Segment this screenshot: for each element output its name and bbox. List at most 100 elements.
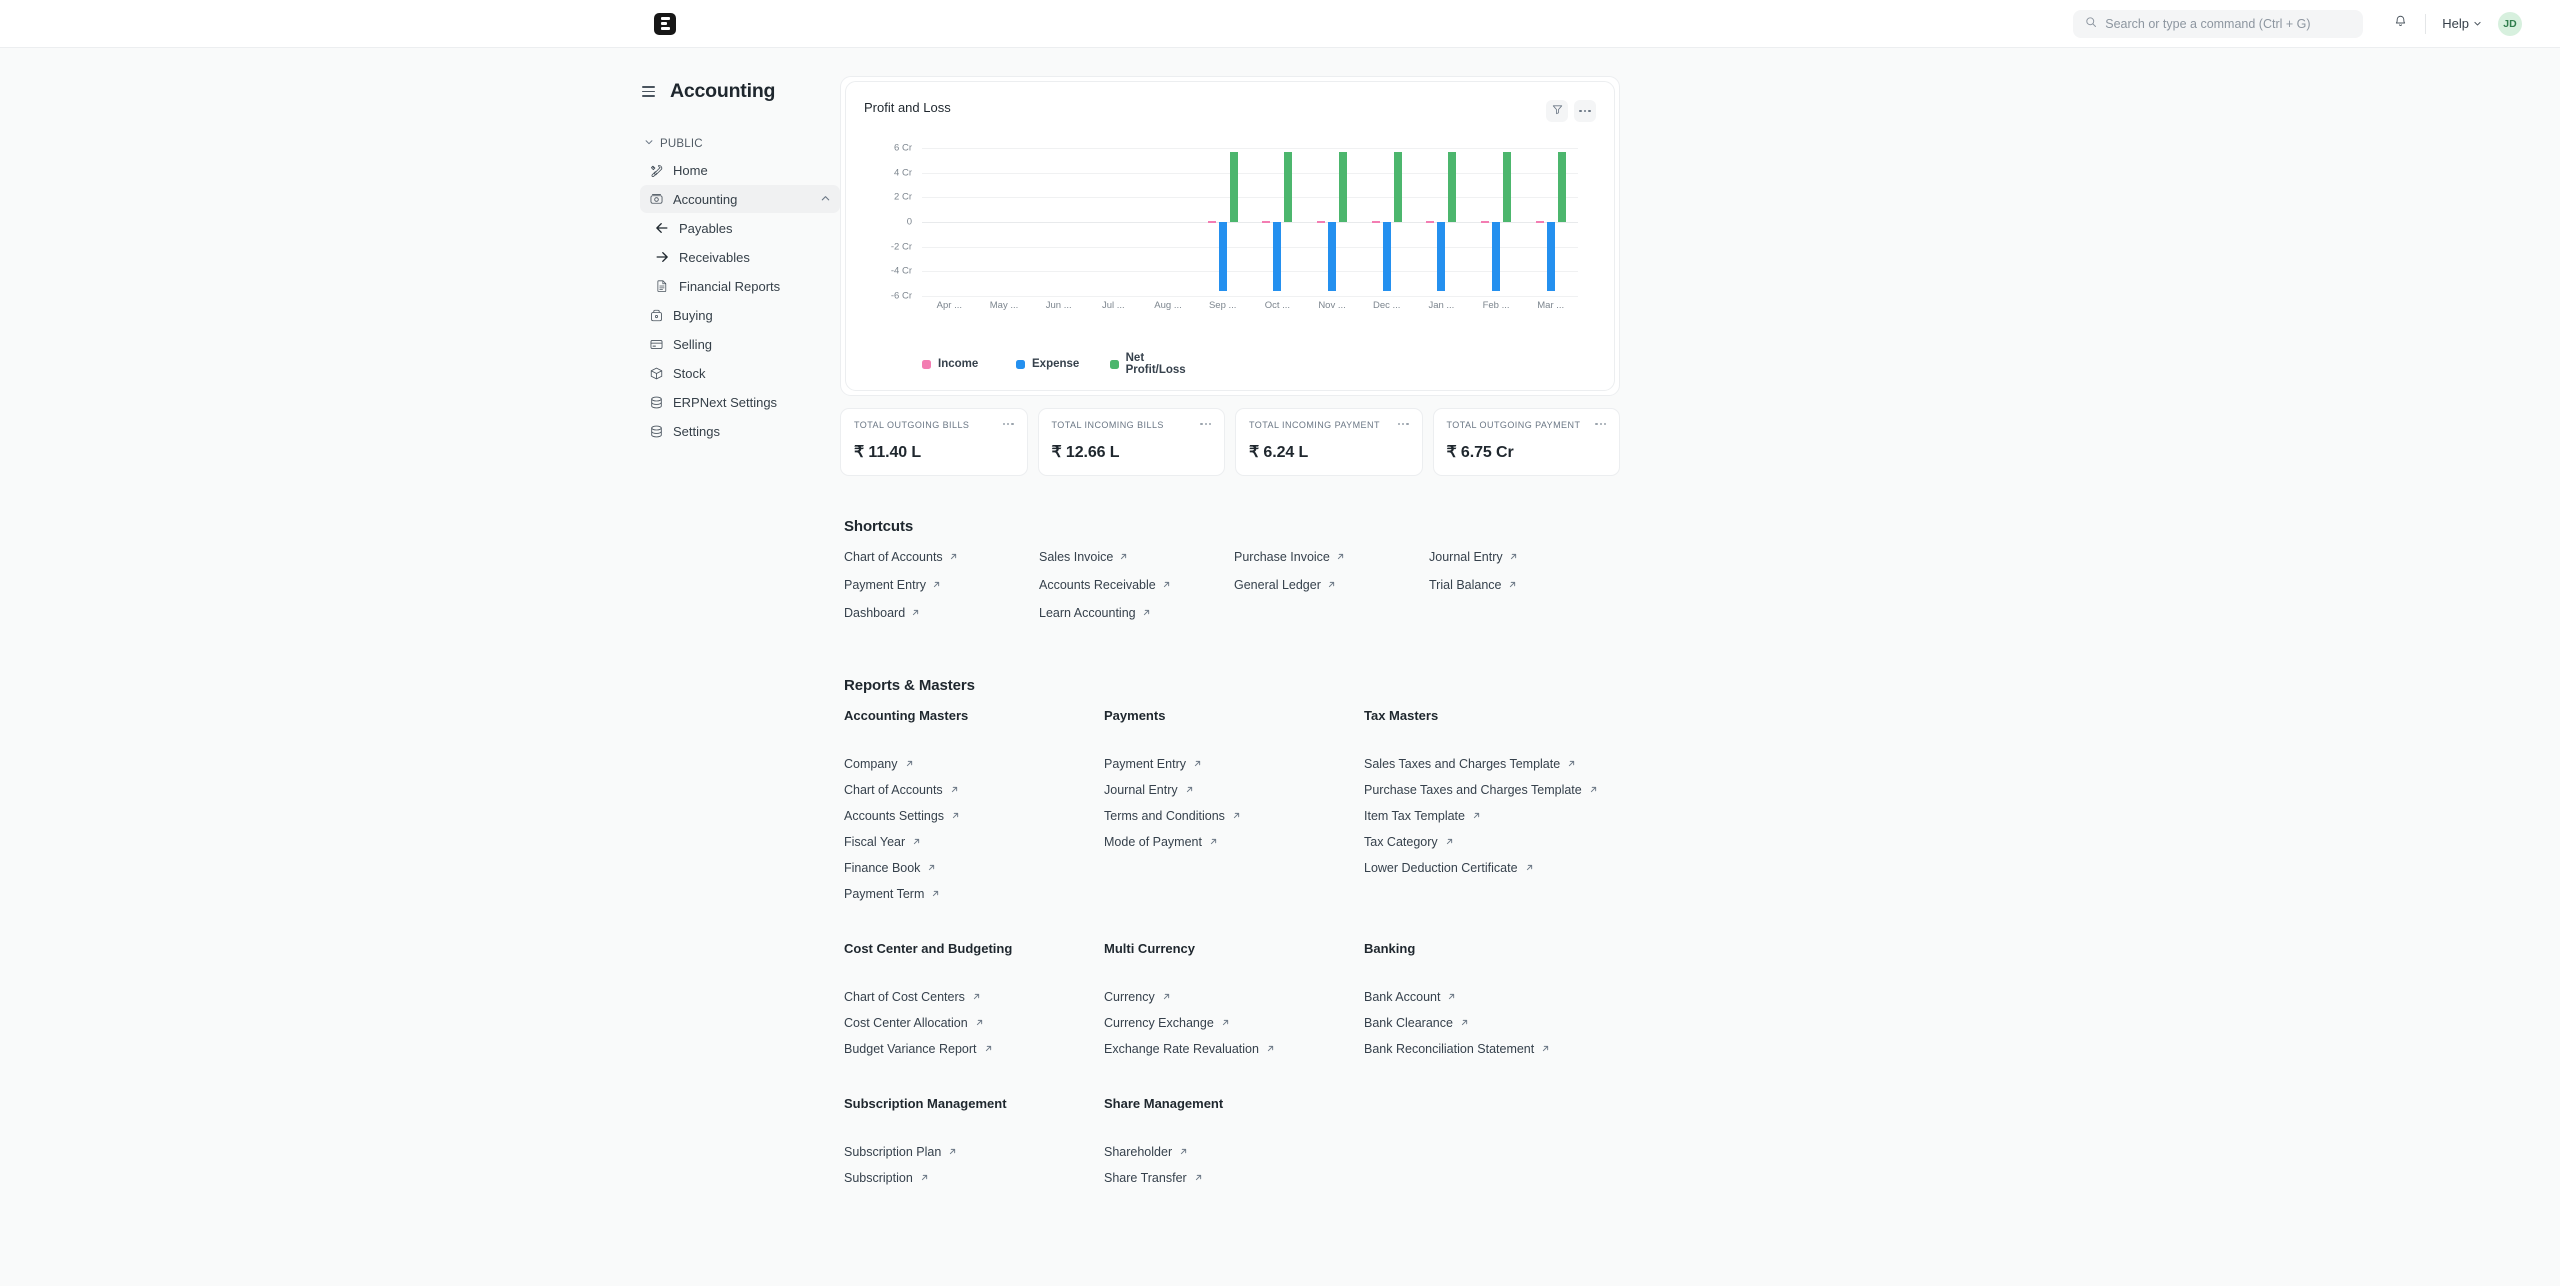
bar-group[interactable]: [1250, 148, 1305, 296]
bar-group[interactable]: [1086, 148, 1141, 296]
shortcut-general-ledger[interactable]: General Ledger: [1230, 571, 1344, 599]
bar-expense[interactable]: [1437, 222, 1445, 291]
report-link-cost-center-allocation[interactable]: Cost Center Allocation: [840, 1010, 992, 1036]
report-link-accounts-settings[interactable]: Accounts Settings: [840, 803, 968, 829]
bar-group[interactable]: [1195, 148, 1250, 296]
notifications-button[interactable]: [2385, 9, 2415, 39]
sidebar-toggle-icon[interactable]: [640, 84, 657, 99]
report-link-chart-of-cost-centers[interactable]: Chart of Cost Centers: [840, 984, 989, 1010]
bar-net-profit-loss[interactable]: [1394, 152, 1402, 222]
report-link-fiscal-year[interactable]: Fiscal Year: [840, 829, 929, 855]
report-link-sales-taxes-and-charges-template[interactable]: Sales Taxes and Charges Template: [1360, 751, 1584, 777]
bar-group[interactable]: [1031, 148, 1086, 296]
legend-item[interactable]: Income: [922, 352, 1016, 376]
number-card[interactable]: TOTAL OUTGOING BILLS₹ 11.40 L: [840, 408, 1028, 476]
bar-net-profit-loss[interactable]: [1284, 152, 1292, 222]
bar-group[interactable]: [977, 148, 1032, 296]
bar-income[interactable]: [1372, 221, 1380, 223]
shortcut-learn-accounting[interactable]: Learn Accounting: [1035, 599, 1159, 627]
shortcut-payment-entry[interactable]: Payment Entry: [840, 571, 949, 599]
report-link-mode-of-payment[interactable]: Mode of Payment: [1100, 829, 1226, 855]
bar-net-profit-loss[interactable]: [1339, 152, 1347, 222]
report-link-budget-variance-report[interactable]: Budget Variance Report: [840, 1036, 1001, 1062]
report-link-subscription[interactable]: Subscription: [840, 1165, 937, 1191]
search-input[interactable]: [2105, 17, 2351, 31]
shortcut-journal-entry[interactable]: Journal Entry: [1425, 543, 1526, 571]
global-search[interactable]: [2073, 10, 2363, 38]
report-link-bank-account[interactable]: Bank Account: [1360, 984, 1464, 1010]
filter-button[interactable]: [1546, 100, 1568, 122]
chevron-up-icon[interactable]: [820, 192, 831, 207]
ellipsis-icon[interactable]: [1595, 420, 1606, 425]
report-link-share-transfer[interactable]: Share Transfer: [1100, 1165, 1211, 1191]
sidebar-item-selling[interactable]: Selling: [640, 330, 840, 358]
sidebar-item-settings[interactable]: Settings: [640, 417, 840, 445]
shortcut-dashboard[interactable]: Dashboard: [840, 599, 928, 627]
shortcut-purchase-invoice[interactable]: Purchase Invoice: [1230, 543, 1353, 571]
bar-income[interactable]: [1317, 221, 1325, 223]
report-link-subscription-plan[interactable]: Subscription Plan: [840, 1139, 965, 1165]
help-menu[interactable]: Help: [2436, 12, 2488, 35]
bar-income[interactable]: [1481, 221, 1489, 223]
ellipsis-icon[interactable]: [1003, 420, 1014, 425]
number-card[interactable]: TOTAL INCOMING BILLS₹ 12.66 L: [1038, 408, 1226, 476]
bar-expense[interactable]: [1219, 222, 1227, 291]
sidebar-item-buying[interactable]: Buying: [640, 301, 840, 329]
number-card[interactable]: TOTAL OUTGOING PAYMENT₹ 6.75 Cr: [1433, 408, 1621, 476]
bar-expense[interactable]: [1328, 222, 1336, 291]
bar-expense[interactable]: [1492, 222, 1500, 291]
bar-income[interactable]: [1208, 221, 1216, 223]
report-link-journal-entry[interactable]: Journal Entry: [1100, 777, 1202, 803]
sidebar-item-accounting[interactable]: Accounting: [640, 185, 840, 213]
report-link-payment-term[interactable]: Payment Term: [840, 881, 948, 907]
bar-group[interactable]: [922, 148, 977, 296]
bar-expense[interactable]: [1547, 222, 1555, 291]
number-card[interactable]: TOTAL INCOMING PAYMENT₹ 6.24 L: [1235, 408, 1423, 476]
shortcut-trial-balance[interactable]: Trial Balance: [1425, 571, 1525, 599]
bar-group[interactable]: [1359, 148, 1414, 296]
report-link-company[interactable]: Company: [840, 751, 922, 777]
sidebar-item-erpnext-settings[interactable]: ERPNext Settings: [640, 388, 840, 416]
ellipsis-icon[interactable]: [1200, 420, 1211, 425]
avatar[interactable]: JD: [2498, 12, 2522, 36]
shortcut-chart-of-accounts[interactable]: Chart of Accounts: [840, 543, 966, 571]
report-link-terms-and-conditions[interactable]: Terms and Conditions: [1100, 803, 1249, 829]
bar-group[interactable]: [1523, 148, 1578, 296]
sidebar-item-stock[interactable]: Stock: [640, 359, 840, 387]
bar-income[interactable]: [1536, 221, 1544, 223]
sidebar-item-payables[interactable]: Payables: [640, 214, 840, 242]
report-link-item-tax-template[interactable]: Item Tax Template: [1360, 803, 1489, 829]
shortcut-sales-invoice[interactable]: Sales Invoice: [1035, 543, 1136, 571]
sidebar-section-public[interactable]: PUBLIC: [640, 133, 840, 154]
sidebar-item-receivables[interactable]: Receivables: [640, 243, 840, 271]
legend-item[interactable]: Expense: [1016, 352, 1110, 376]
report-link-bank-clearance[interactable]: Bank Clearance: [1360, 1010, 1477, 1036]
bar-group[interactable]: [1469, 148, 1524, 296]
report-link-currency-exchange[interactable]: Currency Exchange: [1100, 1010, 1238, 1036]
bar-income[interactable]: [1262, 221, 1270, 223]
bar-net-profit-loss[interactable]: [1448, 152, 1456, 222]
report-link-bank-reconciliation-statement[interactable]: Bank Reconciliation Statement: [1360, 1036, 1558, 1062]
bar-group[interactable]: [1141, 148, 1196, 296]
chart-menu-button[interactable]: [1574, 100, 1596, 122]
bar-income[interactable]: [1426, 221, 1434, 223]
bar-group[interactable]: [1305, 148, 1360, 296]
report-link-exchange-rate-revaluation[interactable]: Exchange Rate Revaluation: [1100, 1036, 1283, 1062]
bar-net-profit-loss[interactable]: [1230, 152, 1238, 222]
bar-net-profit-loss[interactable]: [1503, 152, 1511, 222]
bar-expense[interactable]: [1383, 222, 1391, 291]
bar-group[interactable]: [1414, 148, 1469, 296]
erpnext-logo[interactable]: [654, 13, 676, 35]
report-link-tax-category[interactable]: Tax Category: [1360, 829, 1462, 855]
report-link-lower-deduction-certificate[interactable]: Lower Deduction Certificate: [1360, 855, 1542, 881]
bar-expense[interactable]: [1273, 222, 1281, 291]
report-link-finance-book[interactable]: Finance Book: [840, 855, 944, 881]
bar-net-profit-loss[interactable]: [1558, 152, 1566, 222]
shortcut-accounts-receivable[interactable]: Accounts Receivable: [1035, 571, 1179, 599]
report-link-payment-entry[interactable]: Payment Entry: [1100, 751, 1210, 777]
sidebar-item-home[interactable]: Home: [640, 156, 840, 184]
report-link-chart-of-accounts[interactable]: Chart of Accounts: [840, 777, 967, 803]
legend-item[interactable]: Net Profit/Loss: [1110, 352, 1204, 376]
report-link-purchase-taxes-and-charges-template[interactable]: Purchase Taxes and Charges Template: [1360, 777, 1606, 803]
report-link-currency[interactable]: Currency: [1100, 984, 1179, 1010]
